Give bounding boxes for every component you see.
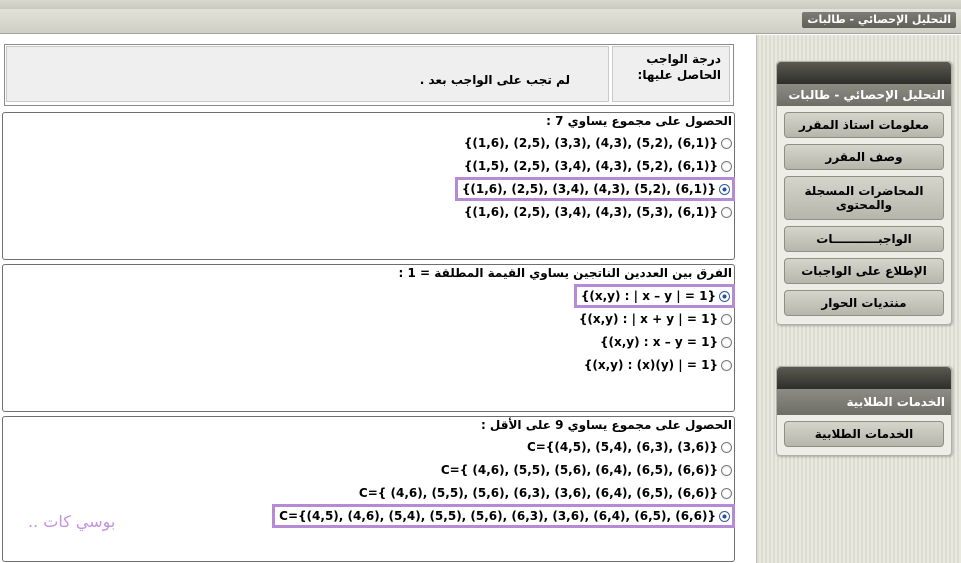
option-label: {(1,6), (2,5), (3,3), (4,3), (5,2), (6,1… bbox=[463, 136, 718, 150]
radio-button[interactable] bbox=[721, 160, 732, 172]
answer-option[interactable]: {(1,6), (2,5), (3,3), (4,3), (5,2), (6,1… bbox=[464, 134, 732, 152]
sidebar-item-student-services[interactable]: الخدمات الطلابية bbox=[784, 421, 944, 447]
radio-button[interactable] bbox=[721, 359, 732, 371]
option-label: {(x,y) : | x – y | = 1} bbox=[580, 289, 716, 303]
title-bar: التحليل الإحصائي - طالبات bbox=[0, 9, 961, 34]
radio-button[interactable] bbox=[721, 313, 732, 325]
radio-button[interactable] bbox=[721, 137, 732, 149]
main-content: درجة الواجب الحاصل عليها: لم تجب على الو… bbox=[0, 35, 756, 563]
radio-button[interactable] bbox=[721, 441, 732, 453]
radio-button-checked[interactable] bbox=[719, 510, 730, 522]
option-label: C={ (4,6), (5,5), (5,6), (6,4), (6,5), (… bbox=[440, 463, 718, 477]
services-panel-title: الخدمات الطلابية bbox=[777, 389, 951, 415]
sidebar-item-forums[interactable]: منتديات الحوار bbox=[784, 290, 944, 316]
option-label: {(1,6), (2,5), (3,4), (4,3), (5,2), (6,1… bbox=[461, 182, 716, 196]
question-2: الفرق بين العددين الناتجين يساوي القيمة … bbox=[2, 264, 736, 412]
radio-button[interactable] bbox=[721, 464, 732, 476]
question-text: الفرق بين العددين الناتجين يساوي القيمة … bbox=[398, 266, 732, 280]
sidebar-item-course-description[interactable]: وصف المقرر bbox=[784, 144, 944, 170]
option-label: {(1,5), (2,5), (3,4), (4,3), (5,2), (6,1… bbox=[463, 159, 718, 173]
sidebar-item-lectures[interactable]: المحاضرات المسجلة والمحتوى bbox=[784, 176, 944, 220]
course-panel-title: التحليل الإحصائي - طالبات bbox=[777, 84, 951, 106]
answer-option-selected[interactable]: {(1,6), (2,5), (3,4), (4,3), (5,2), (6,1… bbox=[454, 177, 736, 201]
sidebar: التحليل الإحصائي - طالبات معلومات استاذ … bbox=[756, 35, 961, 563]
window-title: التحليل الإحصائي - طالبات bbox=[802, 12, 956, 28]
option-label: {(x,y) : (x)(y) | = 1} bbox=[583, 358, 718, 372]
option-label: C={(4,5), (4,6), (5,4), (5,5), (5,6), (6… bbox=[279, 509, 716, 523]
radio-button[interactable] bbox=[721, 487, 732, 499]
course-panel: التحليل الإحصائي - طالبات معلومات استاذ … bbox=[776, 61, 952, 325]
answer-option[interactable]: C={(4,5), (5,4), (6,3), (3,6)} bbox=[527, 438, 732, 456]
answer-option[interactable]: {(x,y) : (x)(y) | = 1} bbox=[584, 356, 732, 374]
radio-button[interactable] bbox=[721, 206, 732, 218]
sidebar-item-instructor-info[interactable]: معلومات استاذ المقرر bbox=[784, 112, 944, 138]
radio-button-checked[interactable] bbox=[719, 290, 730, 302]
option-label: {(x,y) : | x + y | = 1} bbox=[578, 312, 718, 326]
radio-button-checked[interactable] bbox=[719, 183, 730, 195]
grade-label: درجة الواجب الحاصل عليها: bbox=[612, 46, 730, 102]
option-label: {(1,6), (2,5), (3,4), (4,3), (5,3), (6,1… bbox=[463, 205, 718, 219]
answer-option[interactable]: {(1,6), (2,5), (3,4), (4,3), (5,3), (6,1… bbox=[464, 203, 732, 221]
grade-value: لم تجب على الواجب بعد . bbox=[6, 46, 609, 102]
answer-option[interactable]: {(x,y) : x – y = 1} bbox=[600, 333, 732, 351]
panel-top-bar bbox=[777, 62, 951, 84]
answer-option[interactable]: {(1,5), (2,5), (3,4), (4,3), (5,2), (6,1… bbox=[464, 157, 732, 175]
answer-option[interactable]: C={ (4,6), (5,5), (5,6), (6,3), (3,6), (… bbox=[359, 484, 732, 502]
services-panel: الخدمات الطلابية الخدمات الطلابية bbox=[776, 366, 952, 456]
option-label: {(x,y) : x – y = 1} bbox=[599, 335, 718, 349]
question-text: الحصول على مجموع يساوي 7 : bbox=[546, 114, 732, 128]
answer-option[interactable]: C={ (4,6), (5,5), (5,6), (6,4), (6,5), (… bbox=[441, 461, 732, 479]
grade-box: درجة الواجب الحاصل عليها: لم تجب على الو… bbox=[4, 44, 734, 106]
panel-top-bar bbox=[777, 367, 951, 389]
answer-option-selected[interactable]: C={(4,5), (4,6), (5,4), (5,5), (5,6), (6… bbox=[272, 504, 735, 528]
sidebar-item-view-assignments[interactable]: الإطلاع على الواجبات bbox=[784, 258, 944, 284]
sidebar-item-assignments[interactable]: الواجبـــــــــــات bbox=[784, 226, 944, 252]
radio-button[interactable] bbox=[721, 336, 732, 348]
answer-option-selected[interactable]: {(x,y) : | x – y | = 1} bbox=[573, 284, 736, 308]
option-label: C={ (4,6), (5,5), (5,6), (6,3), (3,6), (… bbox=[358, 486, 718, 500]
question-3: الحصول على مجموع يساوي 9 على الأقل : C={… bbox=[2, 416, 735, 562]
watermark-text: بوسي كات .. bbox=[28, 512, 116, 531]
question-1: الحصول على مجموع يساوي 7 : {(1,6), (2,5)… bbox=[2, 112, 736, 260]
option-label: C={(4,5), (5,4), (6,3), (3,6)} bbox=[526, 440, 718, 454]
answer-option[interactable]: {(x,y) : | x + y | = 1} bbox=[579, 310, 732, 328]
question-text: الحصول على مجموع يساوي 9 على الأقل : bbox=[480, 418, 732, 432]
